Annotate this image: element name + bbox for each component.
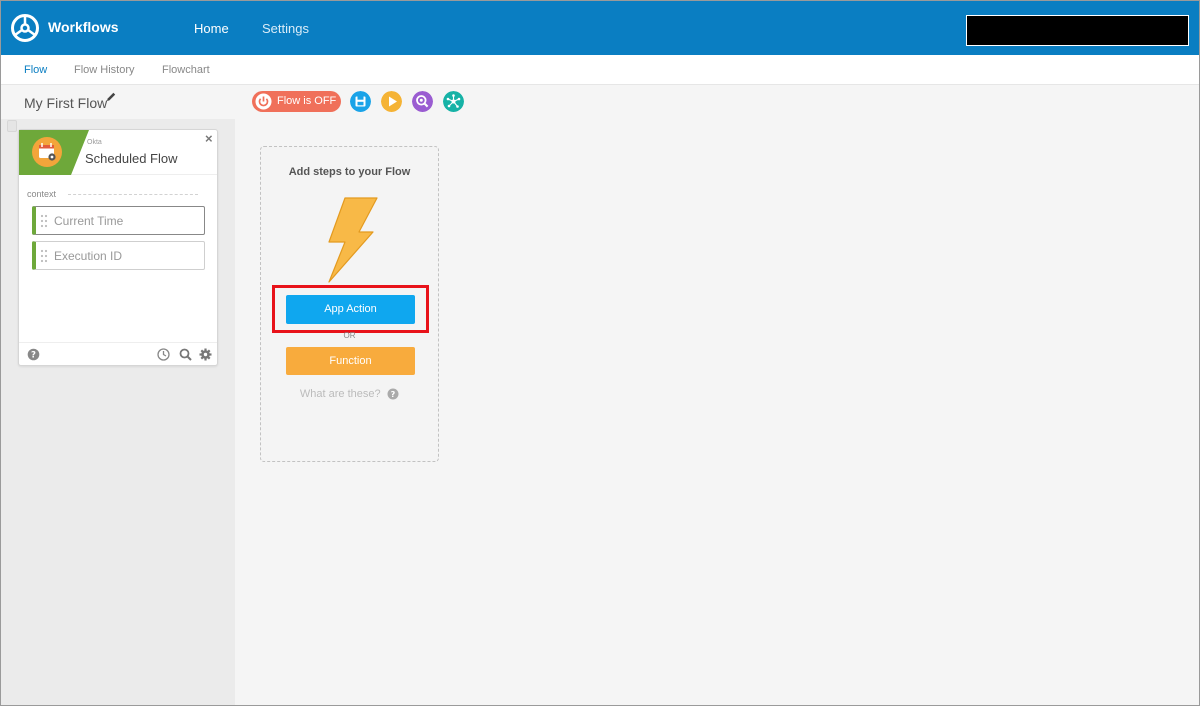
field-label: Execution ID bbox=[54, 249, 123, 263]
panel-lock-icon[interactable] bbox=[7, 120, 17, 132]
or-separator: OR bbox=[343, 331, 356, 340]
app-action-button[interactable]: App Action bbox=[286, 295, 415, 324]
flow-title-row: My First Flow bbox=[1, 85, 235, 119]
search-icon[interactable] bbox=[179, 348, 192, 361]
field-current-time[interactable]: Current Time bbox=[32, 206, 205, 235]
save-icon[interactable] bbox=[350, 91, 371, 112]
play-icon[interactable] bbox=[381, 91, 402, 112]
context-divider bbox=[68, 194, 198, 195]
flow-tab-bar: Flow Flow History Flowchart bbox=[1, 55, 1199, 85]
workflows-logo-icon[interactable] bbox=[10, 13, 40, 43]
tab-flowchart[interactable]: Flowchart bbox=[162, 64, 210, 76]
function-button[interactable]: Function bbox=[286, 347, 415, 375]
gear-icon[interactable] bbox=[199, 348, 212, 361]
help-icon[interactable]: ? bbox=[27, 348, 40, 361]
svg-text:?: ? bbox=[31, 351, 36, 361]
test-zoom-icon[interactable] bbox=[412, 91, 433, 112]
drag-handle-icon[interactable] bbox=[40, 214, 48, 228]
flow-status-toggle[interactable]: Flow is OFF bbox=[252, 91, 341, 112]
nav-settings-link[interactable]: Settings bbox=[262, 21, 309, 36]
tab-flow-history[interactable]: Flow History bbox=[74, 64, 135, 76]
what-are-these-row[interactable]: What are these? ? bbox=[261, 385, 438, 403]
event-card-scheduled-flow: Okta Scheduled Flow × context Current Ti… bbox=[18, 129, 218, 366]
clock-icon[interactable] bbox=[157, 348, 170, 361]
power-icon bbox=[255, 93, 272, 110]
event-card-title: Scheduled Flow bbox=[85, 151, 178, 166]
edit-pencil-icon[interactable] bbox=[105, 91, 117, 103]
event-card-footer: ? bbox=[19, 342, 217, 366]
help-icon[interactable]: ? bbox=[387, 388, 399, 400]
top-navigation-bar: Workflows Home Settings bbox=[1, 1, 1199, 55]
connections-icon[interactable] bbox=[443, 91, 464, 112]
nav-home-link[interactable]: Home bbox=[194, 21, 229, 36]
svg-text:?: ? bbox=[391, 390, 396, 399]
app-title: Workflows bbox=[48, 19, 119, 35]
what-are-these-link[interactable]: What are these? bbox=[300, 388, 381, 400]
field-label: Current Time bbox=[54, 214, 124, 228]
flow-name[interactable]: My First Flow bbox=[24, 95, 107, 111]
add-steps-prompt: Add steps to your Flow bbox=[288, 166, 411, 178]
workflow-editor-window: Workflows Home Settings Flow Flow Histor… bbox=[0, 0, 1200, 706]
flow-status-label: Flow is OFF bbox=[277, 95, 337, 107]
lightning-bolt-icon bbox=[328, 197, 378, 283]
drag-handle-icon[interactable] bbox=[40, 249, 48, 263]
tab-flow[interactable]: Flow bbox=[24, 64, 47, 76]
context-section-label: context bbox=[27, 189, 57, 199]
add-step-dropzone: Add steps to your Flow App Action OR Fun… bbox=[260, 146, 439, 462]
event-card-header: Okta Scheduled Flow × bbox=[19, 130, 217, 175]
card-green-banner bbox=[19, 130, 89, 175]
close-icon[interactable]: × bbox=[205, 131, 213, 146]
redacted-user-area bbox=[966, 15, 1189, 46]
field-execution-id[interactable]: Execution ID bbox=[32, 241, 205, 270]
event-app-label: Okta bbox=[87, 139, 102, 146]
